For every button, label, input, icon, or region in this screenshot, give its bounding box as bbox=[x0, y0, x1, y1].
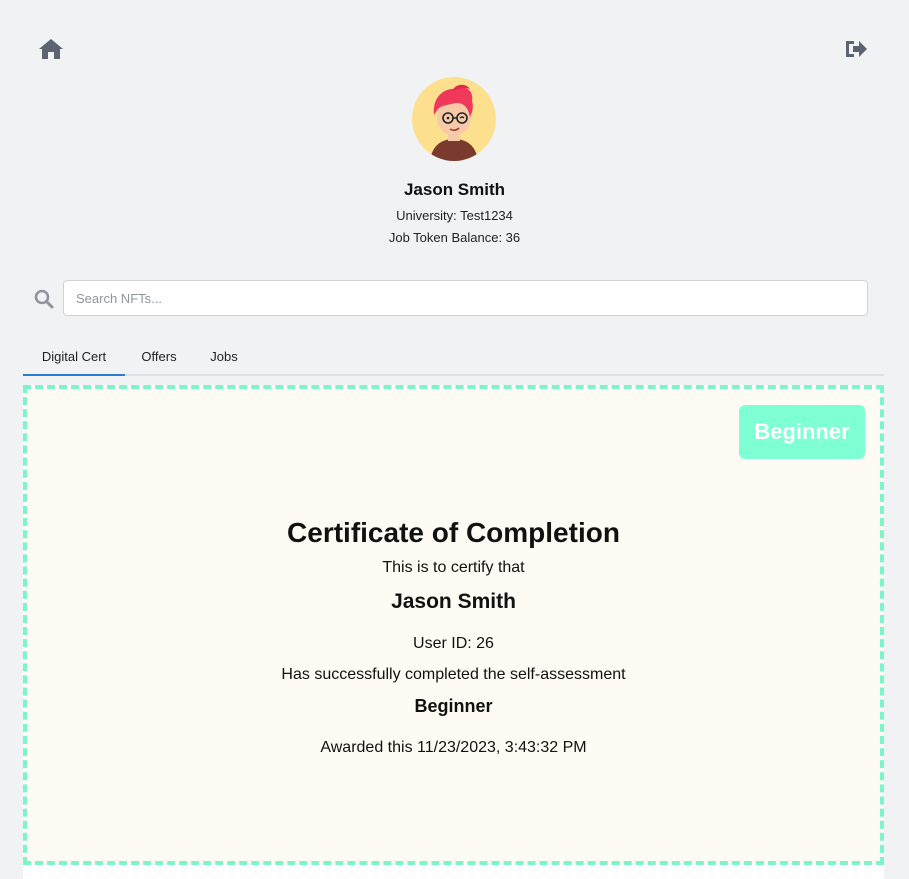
certificate-completed-text: Has successfully completed the self-asse… bbox=[281, 666, 626, 683]
certificate-awarded-date: Awarded this 11/23/2023, 3:43:32 PM bbox=[320, 739, 587, 756]
tab-digital-cert[interactable]: Digital Cert bbox=[23, 342, 125, 376]
tab-jobs[interactable]: Jobs bbox=[199, 342, 249, 376]
certificate-recipient: Jason Smith bbox=[391, 590, 516, 613]
certificate-title: Certificate of Completion bbox=[287, 517, 620, 548]
search-icon bbox=[34, 289, 54, 309]
logout-icon bbox=[846, 41, 867, 57]
certificate: Beginner Certificate of Completion This … bbox=[23, 385, 884, 865]
logout-button[interactable] bbox=[843, 37, 869, 61]
certificate-panel: Beginner Certificate of Completion This … bbox=[23, 385, 884, 879]
job-token-balance: Job Token Balance: 36 bbox=[388, 230, 521, 245]
certificate-intro: This is to certify that bbox=[382, 559, 525, 576]
profile-name: Jason Smith bbox=[403, 180, 506, 199]
avatar bbox=[412, 77, 496, 161]
home-button[interactable] bbox=[38, 37, 64, 61]
certificate-level: Beginner bbox=[414, 696, 493, 716]
profile-university: University: Test1234 bbox=[396, 208, 513, 223]
tab-offers[interactable]: Offers bbox=[131, 342, 187, 376]
search-input[interactable] bbox=[63, 280, 868, 316]
tab-bar: Digital Cert Offers Jobs bbox=[23, 342, 884, 376]
page: Jason Smith University: Test1234 Job Tok… bbox=[0, 0, 909, 879]
level-badge: Beginner bbox=[739, 405, 865, 459]
home-icon bbox=[39, 39, 63, 59]
certificate-user-id: User ID: 26 bbox=[413, 635, 494, 652]
